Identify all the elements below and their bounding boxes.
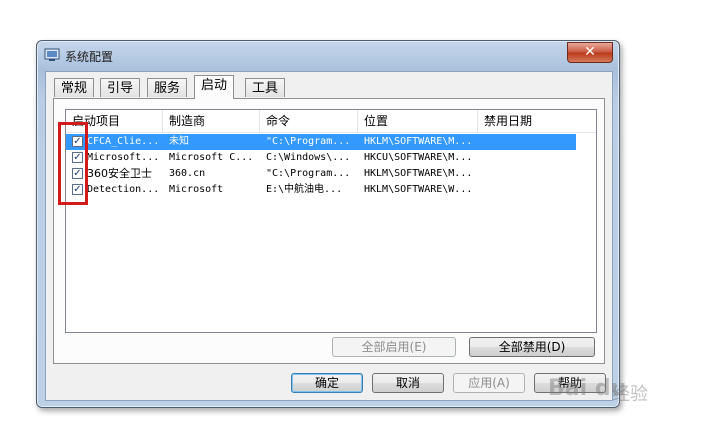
- cell-maker: Microsoft: [169, 184, 224, 195]
- tab-startup[interactable]: 启动: [194, 75, 235, 99]
- cell-location: HKLM\SOFTWARE\W...: [364, 184, 473, 195]
- system-config-window: 系统配置 ✕ 常规 引导 服务 启动 工具 启动项目 制造商 命令 位置 禁用日…: [36, 40, 620, 408]
- tab-tools[interactable]: 工具: [245, 78, 286, 97]
- apply-button[interactable]: 应用(A): [453, 373, 525, 393]
- column-header-location[interactable]: 位置: [358, 110, 478, 132]
- table-row[interactable]: ✓ 360安全卫士 360.cn "C:\Program... HKLM\SOF…: [66, 166, 566, 182]
- msconfig-icon: [44, 48, 60, 61]
- cancel-button[interactable]: 取消: [372, 373, 444, 393]
- cell-item: Detection...: [87, 184, 159, 195]
- tab-boot[interactable]: 引导: [100, 78, 141, 97]
- disable-all-button[interactable]: 全部禁用(D): [469, 337, 595, 357]
- column-header-disable-date[interactable]: 禁用日期: [478, 110, 596, 132]
- startup-items-list[interactable]: 启动项目 制造商 命令 位置 禁用日期 ✓ CFCA_Clie... 未知 "C…: [65, 109, 597, 333]
- column-header-maker[interactable]: 制造商: [163, 110, 260, 132]
- cell-command: C:\Windows\...: [266, 152, 351, 163]
- cell-location: HKLM\SOFTWARE\M...: [364, 136, 473, 147]
- cell-item: CFCA_Clie...: [87, 136, 159, 147]
- table-row[interactable]: ✓ CFCA_Clie... 未知 "C:\Program... HKLM\SO…: [66, 134, 576, 150]
- checkbox-highlight-box: [58, 122, 88, 205]
- ok-button[interactable]: 确定: [291, 373, 363, 393]
- dialog-client-area: 常规 引导 服务 启动 工具 启动项目 制造商 命令 位置 禁用日期 ✓ CFC…: [45, 71, 613, 401]
- tab-general[interactable]: 常规: [54, 78, 95, 97]
- cell-item: Microsoft...: [87, 152, 159, 163]
- cell-item: 360安全卫士: [87, 167, 152, 180]
- cell-maker: 360.cn: [169, 168, 206, 179]
- table-row[interactable]: ✓ Microsoft... Microsoft C... C:\Windows…: [66, 150, 566, 166]
- list-header: 启动项目 制造商 命令 位置 禁用日期: [66, 110, 596, 133]
- column-header-command[interactable]: 命令: [260, 110, 358, 132]
- tab-services[interactable]: 服务: [147, 78, 188, 97]
- cell-maker: Microsoft C...: [169, 152, 254, 163]
- cell-command: E:\中航油电...: [266, 184, 343, 195]
- table-row[interactable]: ✓ Detection... Microsoft E:\中航油电... HKLM…: [66, 182, 566, 198]
- cell-location: HKCU\SOFTWARE\M...: [364, 152, 473, 163]
- cell-location: HKLM\SOFTWARE\M...: [364, 168, 473, 179]
- cell-maker: 未知: [169, 136, 189, 147]
- baidu-watermark-text: 经验: [612, 384, 648, 405]
- close-button[interactable]: ✕: [567, 42, 613, 63]
- startup-tab-panel: 启动项目 制造商 命令 位置 禁用日期 ✓ CFCA_Clie... 未知 "C…: [53, 98, 605, 364]
- cell-command: "C:\Program...: [266, 168, 351, 179]
- enable-all-button[interactable]: 全部启用(E): [332, 337, 456, 357]
- window-title: 系统配置: [65, 50, 114, 64]
- cell-command: "C:\Program...: [266, 136, 351, 147]
